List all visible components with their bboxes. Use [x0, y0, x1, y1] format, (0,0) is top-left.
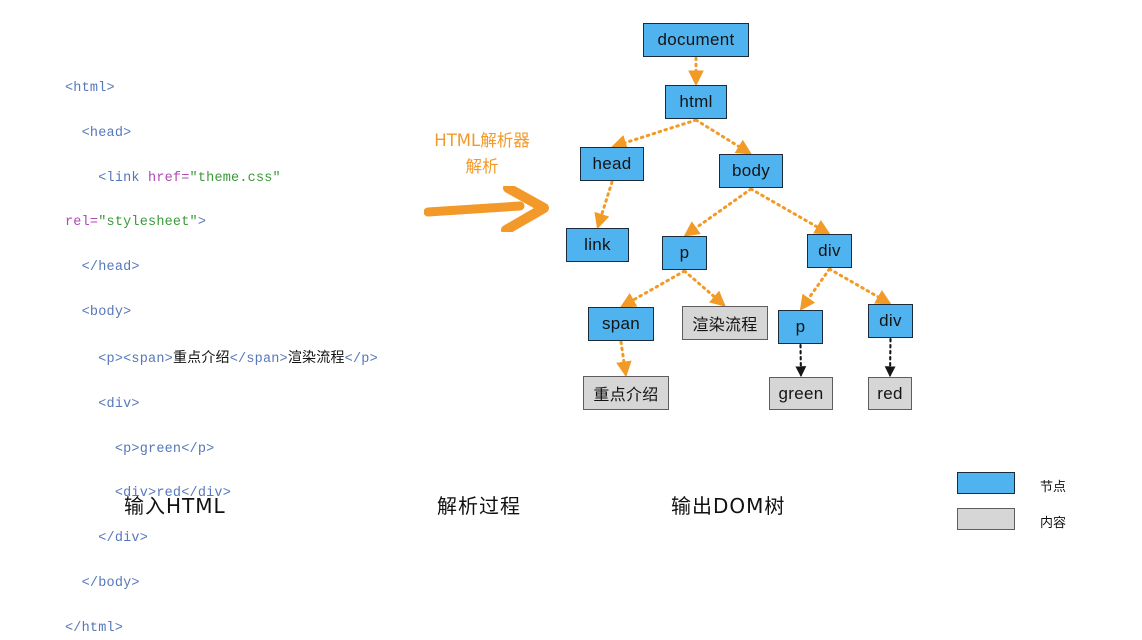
code-token-han: 渲染流程 — [288, 350, 345, 366]
code-token-sp — [65, 576, 82, 591]
code-token-tag: <html> — [65, 81, 115, 96]
code-line: </html> — [65, 618, 425, 640]
tree-node-label: green — [779, 384, 824, 404]
code-line: rel="stylesheet"> — [65, 212, 425, 234]
tree-node-body[interactable]: body — [719, 154, 783, 188]
tree-node-label: p — [680, 243, 690, 263]
code-line: <div> — [65, 394, 425, 416]
code-token-sp — [65, 126, 82, 141]
code-token-tag: </div> — [98, 531, 148, 546]
code-token-sp — [65, 442, 115, 457]
tree-node-html[interactable]: html — [665, 85, 727, 119]
tree-edge-body-to-p1 — [686, 189, 751, 235]
tree-node-text-red[interactable]: red — [868, 377, 912, 410]
tree-node-label: div — [879, 311, 902, 331]
code-token-sp — [65, 260, 82, 275]
code-token-tag: </body> — [82, 576, 140, 591]
legend-swatch-content — [957, 508, 1015, 530]
code-token-sp — [65, 486, 115, 501]
tree-node-label: 重点介绍 — [593, 381, 658, 405]
legend-label-content: 内容 — [1040, 512, 1066, 531]
tree-node-text-render[interactable]: 渲染流程 — [682, 306, 768, 340]
code-line: <div>red</div> — [65, 483, 425, 505]
code-token-tag: </html> — [65, 621, 123, 636]
tree-edge-html-to-head — [614, 120, 696, 146]
code-token-sp — [65, 397, 98, 412]
code-token-tag: <div> — [98, 397, 140, 412]
legend-swatch-node — [957, 472, 1015, 494]
tree-node-label: p — [796, 317, 806, 337]
code-token-sp — [65, 531, 98, 546]
code-token-tag: <head> — [82, 126, 132, 141]
tree-node-text-intro[interactable]: 重点介绍 — [583, 376, 669, 410]
code-token-sp — [65, 171, 98, 186]
tree-node-label: 渲染流程 — [692, 311, 757, 335]
tree-edge-div1-to-p2 — [802, 269, 830, 308]
code-token-tag: <p><span> — [98, 352, 173, 367]
code-token-attr: rel= — [65, 215, 98, 230]
code-token-attr: href= — [148, 171, 190, 186]
code-token-tag: <link — [98, 171, 148, 186]
tree-node-span[interactable]: span — [588, 307, 654, 341]
code-token-sp — [65, 305, 82, 320]
tree-node-div2[interactable]: div — [868, 304, 913, 338]
tree-node-head[interactable]: head — [580, 147, 644, 181]
tree-node-text-green[interactable]: green — [769, 377, 833, 410]
tree-node-label: span — [602, 314, 640, 334]
code-line: </head> — [65, 257, 425, 279]
diagram-canvas: <html> <head> <link href="theme.css" rel… — [0, 0, 1142, 555]
code-token-han: 重点介绍 — [173, 350, 230, 366]
code-token-tag: > — [198, 215, 206, 230]
code-token-str: "theme.css" — [190, 171, 281, 186]
code-line: <link href="theme.css" — [65, 168, 425, 190]
code-token-tag: <p>green</p> — [115, 442, 215, 457]
code-line: <head> — [65, 123, 425, 145]
tree-node-document[interactable]: document — [643, 23, 749, 57]
tree-edge-body-to-div1 — [751, 189, 828, 233]
code-line: <html> — [65, 78, 425, 100]
tree-node-label: link — [584, 235, 611, 255]
code-line: <p><span>重点介绍</span>渲染流程</p> — [65, 347, 425, 371]
tree-node-label: html — [679, 92, 712, 112]
html-source-code: <html> <head> <link href="theme.css" rel… — [65, 78, 425, 640]
code-token-tag: </head> — [82, 260, 140, 275]
tree-edge-p1-to-text-render — [685, 271, 724, 305]
section-caption: 输出DOM树 — [671, 490, 785, 519]
tree-node-div1[interactable]: div — [807, 234, 852, 268]
code-token-tag: <body> — [82, 305, 132, 320]
parser-label: HTML解析器 解析 — [412, 128, 552, 180]
tree-node-p2[interactable]: p — [778, 310, 823, 344]
tree-edge-p1-to-span — [623, 271, 685, 306]
tree-node-label: red — [877, 384, 902, 404]
section-caption: 解析过程 — [437, 490, 521, 519]
parse-arrow-icon — [424, 186, 554, 232]
code-token-tag: </span> — [230, 352, 288, 367]
tree-edge-html-to-body — [696, 120, 749, 153]
tree-node-label: body — [732, 161, 770, 181]
code-line: </body> — [65, 573, 425, 595]
tree-node-label: head — [592, 154, 631, 174]
tree-node-label: document — [657, 30, 734, 50]
code-token-tag: </p> — [345, 352, 378, 367]
code-token-str: "stylesheet" — [98, 215, 198, 230]
tree-node-label: div — [818, 241, 841, 261]
code-line: <body> — [65, 302, 425, 324]
code-line: <p>green</p> — [65, 439, 425, 461]
tree-edge-div1-to-div2 — [830, 269, 889, 303]
tree-node-p1[interactable]: p — [662, 236, 707, 270]
tree-edge-head-to-link — [598, 182, 612, 226]
code-line: </div> — [65, 528, 425, 550]
tree-edge-span-to-text-intro — [621, 342, 626, 374]
legend-label-node: 节点 — [1040, 476, 1066, 495]
code-token-sp — [65, 352, 98, 367]
section-caption: 输入HTML — [124, 490, 226, 519]
tree-node-link[interactable]: link — [566, 228, 629, 262]
